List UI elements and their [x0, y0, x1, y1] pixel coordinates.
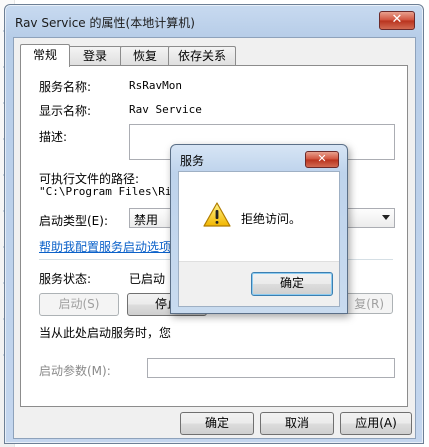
dialog-body: 拒绝访问。 确定	[178, 171, 340, 307]
tab-general[interactable]: 常规	[20, 44, 70, 67]
dialog-ok-button[interactable]: 确定	[251, 272, 333, 296]
start-button[interactable]: 启动(S)	[39, 293, 119, 316]
close-icon: ✕	[317, 152, 327, 165]
tab-logon[interactable]: 登录	[68, 46, 122, 66]
start-note: 当从此处启动服务时，您	[39, 326, 172, 340]
chevron-down-icon	[382, 215, 390, 220]
start-params-field[interactable]	[147, 358, 395, 378]
ok-button[interactable]: 确定	[180, 412, 254, 435]
status-value: 已启动	[129, 272, 166, 286]
startup-type-label: 启动类型(E):	[39, 214, 108, 228]
description-label: 描述:	[39, 130, 68, 144]
window-close-button[interactable]: ✕	[379, 11, 415, 30]
dialog-footer: 确定	[179, 261, 339, 306]
tab-dependencies[interactable]: 依存关系	[168, 46, 236, 66]
help-link[interactable]: 帮助我配置服务启动选项	[39, 238, 171, 255]
dialog-title: 服务	[180, 154, 205, 168]
service-name-label: 服务名称:	[39, 80, 92, 94]
dialog-close-button[interactable]: ✕	[305, 151, 339, 168]
close-icon: ✕	[391, 12, 403, 27]
status-label: 服务状态:	[39, 272, 92, 286]
startup-type-value: 禁用	[134, 213, 159, 227]
apply-button[interactable]: 应用(A)	[340, 412, 412, 435]
window-title: Rav Service 的属性(本地计算机)	[15, 16, 195, 30]
cancel-button[interactable]: 取消	[260, 412, 334, 435]
service-name-value: RsRavMon	[129, 79, 182, 92]
display-name-label: 显示名称:	[39, 104, 92, 118]
tab-recovery[interactable]: 恢复	[120, 46, 170, 66]
access-denied-dialog: 服务 ✕ 拒绝访问。 确定	[170, 144, 348, 314]
dialog-message: 拒绝访问。	[241, 212, 302, 226]
start-params-label: 启动参数(M):	[39, 364, 111, 378]
display-name-value: Rav Service	[129, 103, 202, 116]
warning-icon	[203, 202, 231, 227]
